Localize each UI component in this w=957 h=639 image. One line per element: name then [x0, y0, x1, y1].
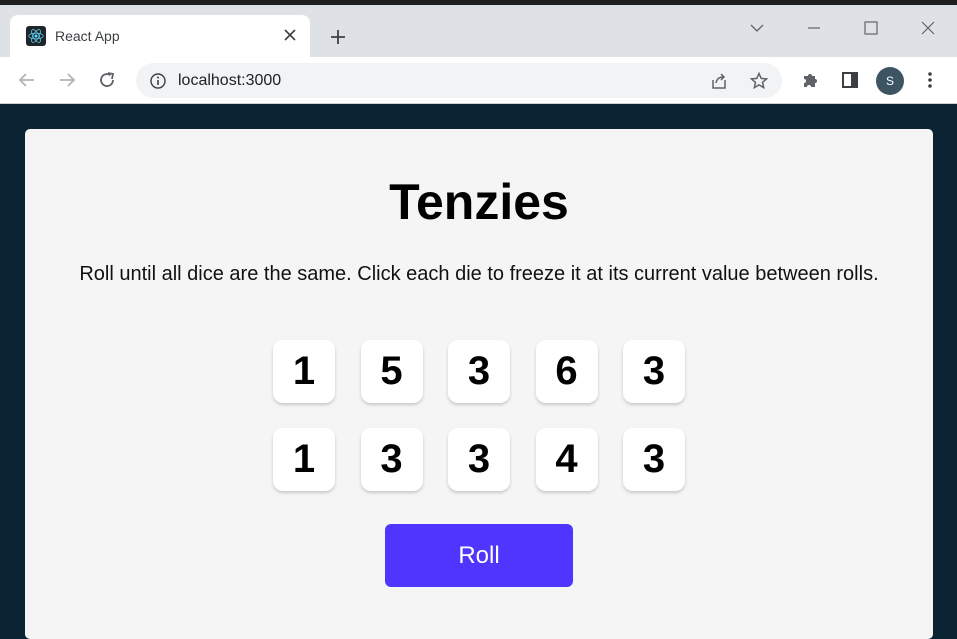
- maximize-icon[interactable]: [856, 13, 886, 43]
- game-card: Tenzies Roll until all dice are the same…: [25, 129, 933, 639]
- die[interactable]: 1: [273, 428, 335, 491]
- page-title: Tenzies: [389, 174, 569, 230]
- die[interactable]: 3: [360, 428, 423, 491]
- tab-react-app[interactable]: React App: [10, 15, 310, 57]
- die[interactable]: 6: [535, 340, 598, 403]
- close-tab-icon[interactable]: [280, 25, 300, 45]
- die[interactable]: 4: [535, 428, 598, 491]
- die[interactable]: 3: [448, 340, 510, 403]
- address-bar[interactable]: localhost:3000: [136, 63, 782, 98]
- profile-avatar[interactable]: S: [876, 67, 904, 95]
- close-window-icon[interactable]: [913, 13, 943, 43]
- url-text[interactable]: localhost:3000: [178, 72, 281, 90]
- tab-search-icon[interactable]: [742, 13, 772, 43]
- browser-toolbar: localhost:3000 S: [0, 57, 957, 103]
- menu-kebab-icon[interactable]: [919, 69, 941, 91]
- instructions-text: Roll until all dice are the same. Click …: [79, 263, 879, 285]
- page-background: Tenzies Roll until all dice are the same…: [0, 104, 957, 639]
- forward-icon[interactable]: [55, 68, 79, 92]
- site-info-icon[interactable]: [149, 72, 167, 90]
- extensions-icon[interactable]: [799, 69, 821, 91]
- die[interactable]: 3: [448, 428, 510, 491]
- die[interactable]: 1: [273, 340, 335, 403]
- tab-strip: React App: [0, 5, 957, 57]
- dice-grid: 1 5 3 6 3 1 3 3 4 3: [273, 340, 685, 491]
- die[interactable]: 3: [623, 340, 685, 403]
- die[interactable]: 3: [623, 428, 685, 491]
- bookmark-star-icon[interactable]: [749, 71, 769, 91]
- back-icon[interactable]: [15, 68, 39, 92]
- side-panel-icon[interactable]: [839, 69, 861, 91]
- share-icon[interactable]: [709, 71, 729, 91]
- roll-button[interactable]: Roll: [385, 524, 573, 587]
- reload-icon[interactable]: [95, 68, 119, 92]
- new-tab-icon[interactable]: [326, 25, 350, 49]
- tab-title: React App: [55, 28, 120, 44]
- minimize-icon[interactable]: [799, 13, 829, 43]
- die[interactable]: 5: [360, 340, 423, 403]
- react-icon: [26, 26, 46, 46]
